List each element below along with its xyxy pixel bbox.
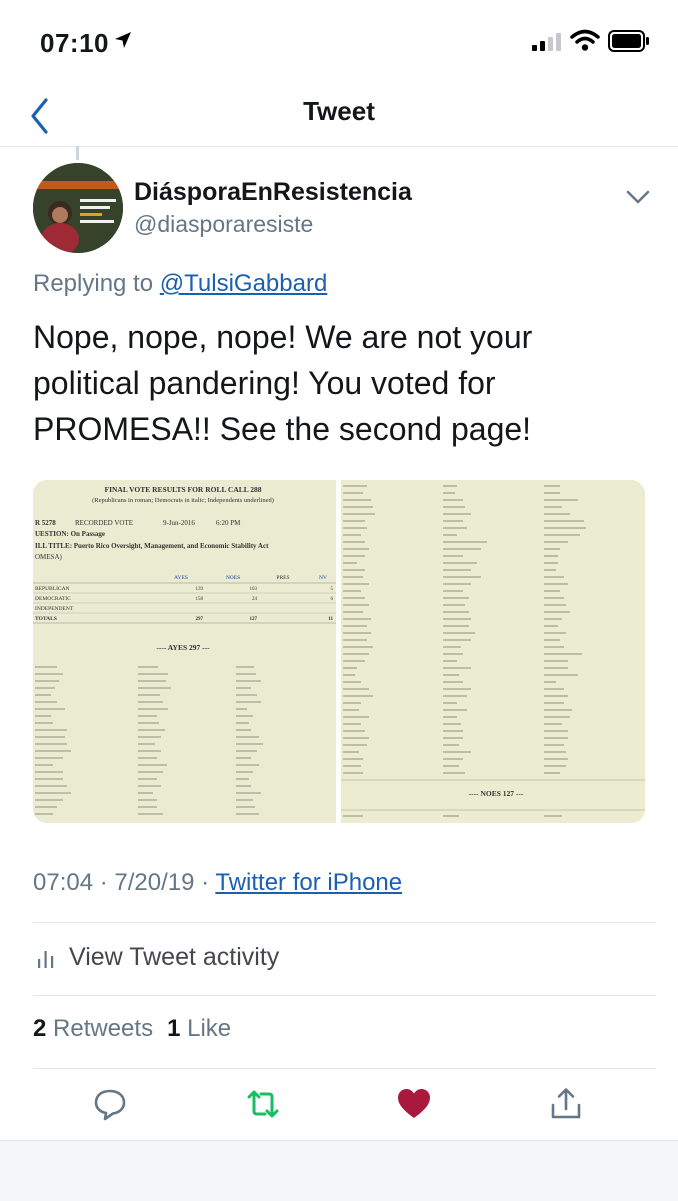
- reply-context: Replying to @TulsiGabbard: [33, 270, 327, 298]
- vote-document-page-2: ---- NOES 127 ---: [341, 480, 645, 823]
- doc-bill-title-2: OMESA): [35, 553, 63, 561]
- share-icon[interactable]: [546, 1084, 586, 1124]
- author-display-name[interactable]: DiásporaEnResistencia: [134, 178, 412, 207]
- doc-ayes-header: ---- AYES 297 ---: [156, 643, 210, 652]
- doc-question: UESTION: On Passage: [35, 530, 105, 538]
- avatar[interactable]: [33, 163, 123, 253]
- doc-row-value: 11: [328, 617, 333, 622]
- view-tweet-activity-button[interactable]: View Tweet activity: [33, 923, 656, 995]
- reply-icon[interactable]: [90, 1084, 130, 1124]
- doc-header-pres: PRES: [276, 575, 289, 581]
- reply-composer-area: [0, 1140, 678, 1201]
- doc-row-label: INDEPENDENT: [35, 606, 74, 612]
- retweets-label: Retweets: [53, 1015, 154, 1042]
- battery-icon: [608, 30, 649, 52]
- wifi-icon: [570, 29, 600, 51]
- tweet-timestamp-line: 07:04 · 7/20/19 · Twitter for iPhone: [33, 869, 402, 897]
- cellular-signal-icon: [532, 33, 561, 51]
- status-time: 07:10: [40, 28, 109, 58]
- status-bar: 07:10: [0, 0, 678, 86]
- doc-subtitle: (Republicans in roman; Democrats in ital…: [92, 497, 274, 504]
- doc-row-label: REPUBLICAN: [35, 586, 70, 592]
- doc-title: FINAL VOTE RESULTS FOR ROLL CALL 288: [105, 485, 262, 494]
- chevron-down-icon[interactable]: [624, 186, 652, 208]
- doc-header-ayes: AYES: [174, 575, 188, 581]
- page-title: Tweet: [303, 96, 375, 126]
- divider: [33, 1068, 656, 1069]
- view-tweet-activity-label: View Tweet activity: [69, 943, 280, 971]
- doc-header-noes: NOES: [226, 575, 240, 581]
- doc-bill-title: ILL TITLE: Puerto Rico Oversight, Manage…: [35, 542, 269, 550]
- vote-document-page-1: FINAL VOTE RESULTS FOR ROLL CALL 288 (Re…: [33, 480, 336, 823]
- avatar-image: [33, 163, 123, 253]
- doc-row-label: DEMOCRATIC: [35, 596, 71, 602]
- doc-row-value: 24: [252, 597, 258, 602]
- doc-bill: R 5278: [35, 519, 56, 527]
- tweet-text: Nope, nope, nope! We are not your politi…: [33, 319, 533, 447]
- thread-connector-line: [76, 146, 79, 160]
- doc-date: 9-Jun-2016: [163, 519, 195, 527]
- bar-chart-icon: [38, 951, 54, 968]
- retweet-icon[interactable]: [243, 1084, 283, 1124]
- doc-row-value: 297: [196, 617, 204, 622]
- doc-row-value: 103: [250, 587, 258, 592]
- doc-row-value: 127: [250, 617, 258, 622]
- nav-bar: Tweet: [0, 86, 678, 147]
- doc-row-value: 158: [196, 597, 204, 602]
- doc-recorded-vote: RECORDED VOTE: [75, 519, 133, 527]
- tweet-source-link[interactable]: Twitter for iPhone: [215, 869, 402, 896]
- author-handle: @diasporaresiste: [134, 211, 314, 237]
- tweet-media-image-2[interactable]: ---- NOES 127 ---: [341, 480, 645, 823]
- doc-row-value: 139: [196, 587, 204, 592]
- tweet-timestamp: 07:04 · 7/20/19 ·: [33, 869, 210, 896]
- doc-time: 6:20 PM: [216, 519, 241, 527]
- tweet-media-image-1[interactable]: FINAL VOTE RESULTS FOR ROLL CALL 288 (Re…: [33, 480, 336, 823]
- reply-to-link[interactable]: @TulsiGabbard: [160, 270, 328, 297]
- likes-label: Like: [187, 1015, 232, 1042]
- retweets-count-link[interactable]: 2 Retweets: [33, 1015, 153, 1042]
- engagement-counts: 2 Retweets 1 Like: [33, 1015, 231, 1043]
- likes-count: 1: [167, 1015, 181, 1042]
- doc-row-label: TOTALS: [35, 616, 57, 622]
- reply-prefix: Replying to: [33, 270, 154, 297]
- doc-noes-header: ---- NOES 127 ---: [469, 789, 524, 798]
- location-arrow-icon: [115, 32, 131, 48]
- divider: [33, 995, 656, 996]
- doc-header-nv: NV: [319, 575, 327, 581]
- retweets-count: 2: [33, 1015, 47, 1042]
- like-heart-icon[interactable]: [394, 1084, 434, 1124]
- likes-count-link[interactable]: 1 Like: [167, 1015, 231, 1042]
